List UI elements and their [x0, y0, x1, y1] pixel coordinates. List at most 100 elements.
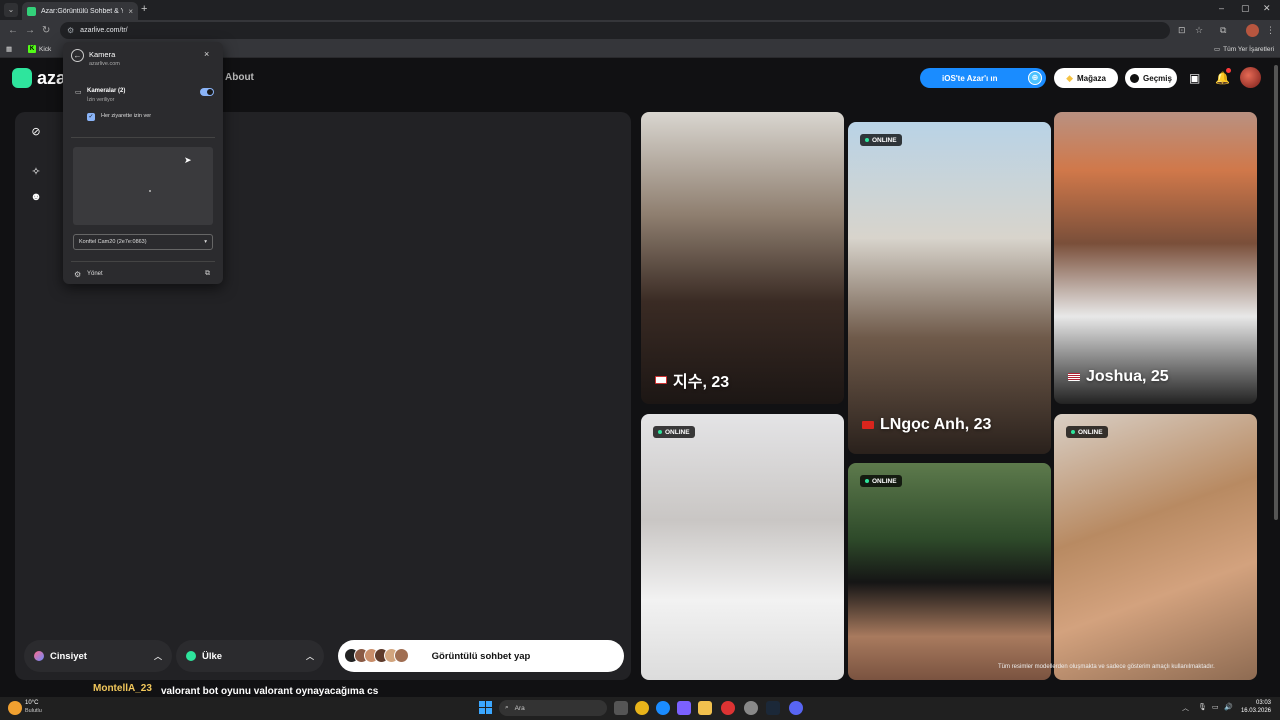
file-explorer-icon[interactable] [698, 701, 712, 715]
edge-icon[interactable] [656, 701, 670, 715]
address-bar[interactable]: ⚙ azarlive.com/tr/ [60, 22, 1170, 39]
close-icon[interactable]: × [204, 49, 209, 59]
weather-icon[interactable] [8, 701, 22, 715]
network-icon[interactable]: ▭ [1212, 703, 1219, 711]
camera-icon: ▭ [75, 89, 82, 96]
discord-icon[interactable] [789, 701, 803, 715]
maximize-button[interactable]: ▢ [1241, 3, 1250, 14]
taskbar-time[interactable]: 03:03 [1226, 700, 1271, 706]
about-link[interactable]: About [225, 72, 254, 83]
reload-icon[interactable]: ↻ [42, 25, 50, 36]
copilot-icon[interactable] [677, 701, 691, 715]
profile-name-2: LNgọc Anh, 23 [862, 416, 991, 434]
store-button[interactable]: ◆ Mağaza [1054, 68, 1118, 88]
profile-card-5[interactable]: ONLINE [848, 463, 1051, 680]
profile-card-2[interactable]: ONLINE LNgọc Anh, 23 [848, 122, 1051, 454]
mic-icon[interactable]: 🎙 [1198, 703, 1207, 711]
install-app-icon[interactable]: ⊡ [1178, 25, 1186, 36]
camera-status: İzin veriliyor [87, 97, 115, 103]
obs-icon[interactable] [744, 701, 758, 715]
camera-select[interactable]: Konftel Cam20 (2e7e:0863) ▾ [73, 234, 213, 250]
steam-icon[interactable] [766, 701, 780, 715]
inbox-icon[interactable]: ▣ [1189, 71, 1200, 85]
opera-icon[interactable] [721, 701, 735, 715]
profile-card-6[interactable]: ONLINE [1054, 414, 1257, 680]
magic-wand-icon[interactable]: ✧ [29, 165, 43, 179]
back-arrow-icon[interactable]: ← [71, 49, 84, 62]
profile-name-text: Joshua, 25 [1086, 368, 1169, 385]
forward-arrow-icon[interactable]: → [25, 25, 35, 36]
camera-label: Kameralar (2) [87, 88, 126, 94]
site-settings-icon[interactable]: ⚙ [67, 26, 74, 35]
camera-permission-toggle[interactable] [200, 88, 214, 96]
face-filter-icon[interactable]: ☻ [29, 191, 43, 205]
minimize-button[interactable]: – [1219, 3, 1224, 13]
online-dot [658, 430, 662, 434]
history-button[interactable]: Geçmiş [1125, 68, 1177, 88]
start-video-chat-button[interactable]: Görüntülü sohbet yap [338, 640, 624, 672]
bookmark-star-icon[interactable]: ☆ [1195, 25, 1203, 36]
camera-select-value: Konftel Cam20 (2e7e:0863) [79, 239, 147, 245]
tray-chevron-icon[interactable]: ︿ [1182, 703, 1189, 713]
profile-name-3: Joshua, 25 [1068, 368, 1169, 386]
bookmark-kick-label: Kick [39, 45, 52, 53]
tab-close-icon[interactable]: × [128, 7, 133, 16]
kick-icon: K [28, 45, 36, 53]
chevron-up-icon: ︿ [306, 651, 314, 661]
weather-temperature: 10°C [25, 700, 39, 706]
new-tab-button[interactable]: + [141, 3, 147, 15]
camera-flip-icon[interactable]: ⊘ [29, 125, 43, 139]
taskbar-date[interactable]: 16.03.2026 [1226, 708, 1271, 714]
browser-menu-icon[interactable]: ⋮ [1266, 25, 1275, 36]
store-label: Mağaza [1077, 73, 1106, 83]
chevron-up-icon: ︿ [154, 651, 162, 661]
extensions-icon[interactable]: ⧉ [1220, 25, 1226, 36]
url-text: azarlive.com/tr/ [80, 27, 128, 34]
gender-filter[interactable]: Cinsiyet ︿ [24, 640, 172, 672]
gear-icon: ⚙ [74, 270, 82, 279]
user-avatar[interactable] [1240, 67, 1261, 88]
tab-search-icon[interactable]: ⌄ [4, 3, 18, 17]
online-dot [1071, 430, 1075, 434]
globe-icon [186, 651, 196, 661]
popup-site: azarlive.com [89, 61, 120, 67]
manage-link[interactable]: Yönet [87, 271, 103, 277]
chat-username: MontellA_23 [93, 683, 152, 694]
country-filter-label: Ülke [202, 650, 223, 662]
all-bookmarks[interactable]: ▭ Tüm Yer İşaretleri [1214, 45, 1274, 54]
profile-avatar-icon[interactable] [1246, 24, 1259, 37]
profile-card-1[interactable]: 지수, 23 [641, 112, 844, 404]
qr-icon: ⊕ [1028, 71, 1042, 85]
ios-download-button[interactable]: iOS'te Azar'ı ın ⊕ [920, 68, 1046, 88]
online-badge-text: ONLINE [1078, 428, 1103, 436]
notification-dot [1226, 68, 1231, 73]
weather-description: Bulutlu [25, 708, 42, 714]
window-close-button[interactable]: ✕ [1263, 3, 1271, 14]
azar-logo-icon[interactable] [12, 68, 32, 88]
back-arrow-icon[interactable]: ← [8, 25, 18, 36]
browser-tabstrip: ⌄ Azar:Görüntülü Sohbet & Yeni × + – ▢ ✕ [0, 0, 1280, 20]
history-label: Geçmiş [1143, 73, 1172, 83]
chrome-icon[interactable] [635, 701, 649, 715]
task-view-icon[interactable] [614, 701, 628, 715]
page-scrollbar[interactable] [1274, 65, 1278, 520]
popup-title: Kamera [89, 50, 116, 59]
user-faces-icon [344, 648, 409, 663]
online-badge-text: ONLINE [665, 428, 690, 436]
bell-icon[interactable]: 🔔 [1215, 71, 1230, 85]
profile-card-4[interactable]: ONLINE [641, 414, 844, 680]
flag-us-icon [1068, 373, 1080, 381]
every-visit-checkbox[interactable]: ✓ [87, 113, 95, 121]
online-badge: ONLINE [860, 475, 902, 487]
windows-start-icon[interactable] [479, 701, 492, 714]
video-chat-label: Görüntülü sohbet yap [431, 650, 531, 662]
online-dot [865, 479, 869, 483]
taskbar-search[interactable]: ⌕ Ara [499, 700, 607, 716]
apps-grid-icon[interactable]: ▦ [6, 45, 12, 53]
online-badge-text: ONLINE [872, 136, 897, 144]
external-link-icon[interactable]: ⧉ [205, 270, 210, 278]
bookmark-kick[interactable]: K Kick [28, 45, 51, 53]
country-filter[interactable]: Ülke ︿ [176, 640, 324, 672]
profile-card-3[interactable]: Joshua, 25 [1054, 112, 1257, 404]
browser-tab-azar[interactable]: Azar:Görüntülü Sohbet & Yeni × [22, 2, 138, 20]
